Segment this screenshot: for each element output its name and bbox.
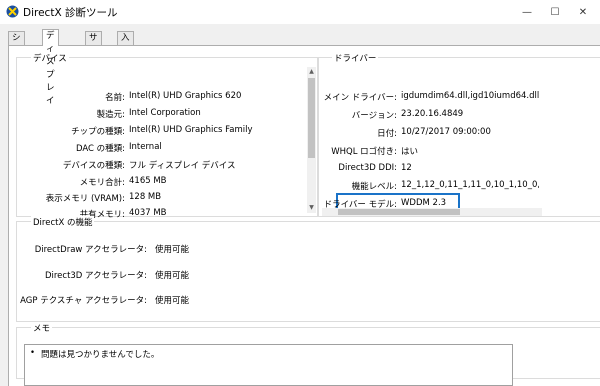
driver-label: 日付: [377,129,397,139]
memo-group-title: メモ [31,322,53,334]
title-bar: DirectX 診断ツール — ☐ ✕ [0,0,600,24]
memo-box[interactable]: • 問題は見つかりませんでした。 [24,344,513,386]
device-label: 製造元: [96,110,125,120]
device-label: DAC の種類: [75,144,125,154]
driver-value: 23.20.16.4849 [401,109,464,119]
device-label: デバイスの種類: [62,161,125,171]
driver-label: Direct3D DDI: [338,163,397,173]
device-value: Internal [129,142,162,152]
scroll-down-icon[interactable]: ▼ [308,204,315,212]
close-button[interactable]: ✕ [568,0,598,24]
feature-label: DirectDraw アクセラレータ: [34,245,147,255]
device-value: 4037 MB [129,208,167,218]
feature-value: 使用可能 [155,271,190,281]
device-label: チップの種類: [71,127,125,137]
driver-value: igdumdim64.dll,igd10iumd64.dll,igd10 [401,91,539,101]
memo-group: メモ • 問題は見つかりませんでした。 [16,322,600,386]
feature-label: Direct3D アクセラレータ: [44,271,147,281]
memo-item: 問題は見つかりませんでした。 [41,350,160,360]
driver-group-title: ドライバー [332,52,379,64]
tab-display[interactable]: ディスプレイ [42,29,59,106]
device-scrollbar[interactable]: ▲ ▼ [307,67,316,213]
device-value: 4165 MB [129,176,167,186]
device-value: 128 MB [129,192,162,202]
device-label: 表示メモリ (VRAM): [45,194,125,204]
driver-value: はい [401,147,419,157]
driver-model-value: WDDM 2.3 [401,198,447,208]
feature-value: 使用可能 [155,296,190,306]
driver-label: バージョン: [351,111,397,121]
device-scroll-thumb[interactable] [308,78,315,158]
tab-system[interactable]: システム [8,31,25,82]
device-label: 名前: [105,93,125,103]
driver-value: 10/27/2017 09:00:00 [401,127,491,137]
feature-label: AGP テクスチャ アクセラレータ: [20,296,147,306]
device-value: Intel(R) UHD Graphics Family [129,125,253,135]
feature-value: 使用可能 [155,245,190,255]
device-label: メモリ合計: [79,178,125,188]
window-title: DirectX 診断ツール [23,7,118,19]
device-group: デバイス 名前: Intel(R) UHD Graphics 620 製造元: … [16,52,319,220]
tab-sound[interactable]: サウンド [85,31,102,82]
directx-features-group: DirectX の機能 DirectDraw アクセラレータ: 使用可能 Dir… [16,216,600,322]
device-value: Intel(R) UHD Graphics 620 [129,91,242,101]
driver-label: 機能レベル: [351,182,397,192]
device-value: フル ディスプレイ デバイス [129,161,236,171]
driver-label: メイン ドライバー: [323,93,397,103]
bullet-icon: • [30,348,36,358]
directx-app-icon [6,5,19,18]
content-panel: デバイス 名前: Intel(R) UHD Graphics 620 製造元: … [8,45,600,386]
driver-horizontal-scrollbar[interactable] [322,208,542,216]
minimize-button[interactable]: — [512,0,542,24]
driver-value: 12_1,12_0,11_1,11_0,10_1,10_0,9_3,9_2 [401,180,539,190]
driver-value: 12 [401,163,412,173]
maximize-button[interactable]: ☐ [540,0,570,24]
driver-label: WHQL ロゴ付き: [331,147,397,157]
features-group-title: DirectX の機能 [31,216,95,228]
tab-input[interactable]: 入力 [117,31,134,56]
driver-group: ドライバー メイン ドライバー: igdumdim64.dll,igd10ium… [317,52,600,217]
scroll-up-icon[interactable]: ▲ [308,68,315,76]
device-value: Intel Corporation [129,108,201,118]
driver-scroll-thumb[interactable] [338,209,460,215]
